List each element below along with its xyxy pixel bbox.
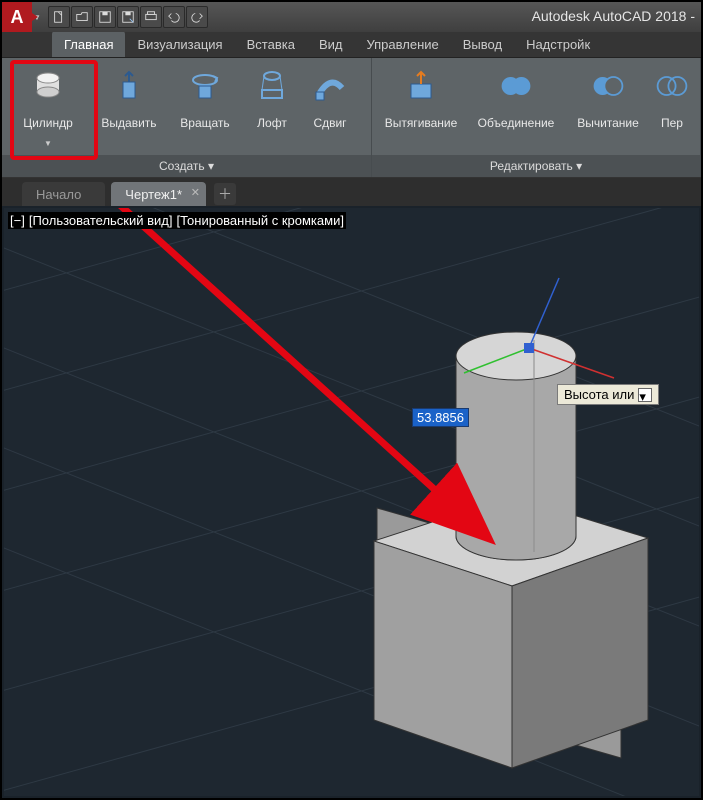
revolve-button[interactable]: Вращать: [168, 64, 242, 142]
viewport-visualstyle-control[interactable]: [Тонированный с кромками]: [175, 212, 346, 229]
ribbon-group-create: Цилиндр ▼ Выдавить Вращать: [2, 58, 372, 177]
viewport-view-control[interactable]: [Пользовательский вид]: [27, 212, 175, 229]
document-tabs: Начало Чертеж1* ✕ ＋: [2, 178, 701, 206]
save-icon[interactable]: [94, 6, 116, 28]
ribbon-group-create-title[interactable]: Создать ▾: [2, 155, 371, 177]
tab-output[interactable]: Вывод: [451, 31, 514, 57]
tab-manage[interactable]: Управление: [354, 31, 450, 57]
tab-insert[interactable]: Вставка: [235, 31, 307, 57]
dynamic-input-prompt-text: Высота или: [564, 387, 634, 402]
ribbon-panel: Цилиндр ▼ Выдавить Вращать: [2, 58, 701, 178]
window-title: Autodesk AutoCAD 2018 -: [532, 8, 695, 24]
subtract-icon: [590, 68, 626, 104]
extrude-label: Выдавить: [101, 110, 156, 138]
doc-tab-start[interactable]: Начало: [22, 182, 105, 206]
extrude-icon: [111, 68, 147, 104]
viewport-minimize[interactable]: [−]: [8, 212, 27, 229]
ribbon-group-edit: Вытягивание Объединение: [372, 58, 701, 177]
title-bar: A ▼ Autodesk AutoCAD 2018 -: [2, 2, 701, 32]
redo-icon[interactable]: [186, 6, 208, 28]
model-shapes: [4, 208, 699, 796]
doc-tab-drawing1[interactable]: Чертеж1* ✕: [111, 182, 206, 206]
new-icon[interactable]: [48, 6, 70, 28]
tab-home[interactable]: Главная: [52, 31, 125, 57]
dynamic-input-value[interactable]: 53.8856: [412, 408, 469, 427]
presspull-icon: [403, 68, 439, 104]
sweep-icon: [312, 68, 348, 104]
sweep-button[interactable]: Сдвиг: [302, 64, 358, 142]
sweep-label: Сдвиг: [313, 110, 346, 138]
saveas-icon[interactable]: [117, 6, 139, 28]
dynamic-input-value-text: 53.8856: [413, 409, 468, 426]
presspull-button[interactable]: Вытягивание: [376, 64, 466, 142]
intersect-label: Пер: [661, 110, 683, 138]
doc-tab-start-label: Начало: [36, 187, 81, 202]
open-icon[interactable]: [71, 6, 93, 28]
union-button[interactable]: Объединение: [468, 64, 564, 142]
loft-icon: [254, 68, 290, 104]
revolve-icon: [187, 68, 223, 104]
loft-label: Лофт: [257, 110, 287, 138]
dynamic-input-prompt: Высота или ▾: [557, 384, 659, 405]
tab-visualize[interactable]: Визуализация: [125, 31, 234, 57]
intersect-icon: [654, 68, 690, 104]
app-menu-icon[interactable]: A: [2, 2, 32, 32]
quick-access-toolbar: [48, 6, 208, 28]
tab-addins[interactable]: Надстройк: [514, 31, 602, 57]
union-label: Объединение: [478, 110, 555, 138]
loft-button[interactable]: Лофт: [244, 64, 300, 142]
revolve-label: Вращать: [180, 110, 229, 138]
subtract-label: Вычитание: [577, 110, 639, 138]
subtract-button[interactable]: Вычитание: [566, 64, 650, 142]
cylinder-button[interactable]: Цилиндр ▼: [6, 64, 90, 153]
tab-view[interactable]: Вид: [307, 31, 355, 57]
extrude-button[interactable]: Выдавить: [92, 64, 166, 142]
cylinder-label: Цилиндр: [23, 110, 73, 138]
cylinder-icon: [30, 68, 66, 104]
union-icon: [498, 68, 534, 104]
plot-icon[interactable]: [140, 6, 162, 28]
chevron-down-icon: ▼: [44, 140, 52, 149]
ribbon-group-edit-title[interactable]: Редактировать ▾: [372, 155, 700, 177]
ribbon-tabs: Главная Визуализация Вставка Вид Управле…: [2, 32, 701, 58]
close-icon[interactable]: ✕: [191, 186, 200, 199]
doc-tab-drawing1-label: Чертеж1*: [125, 187, 182, 202]
new-tab-button[interactable]: ＋: [214, 183, 236, 205]
presspull-label: Вытягивание: [385, 110, 458, 138]
intersect-button[interactable]: Пер: [652, 64, 692, 142]
undo-icon[interactable]: [163, 6, 185, 28]
drawing-viewport[interactable]: [−] [Пользовательский вид] [Тонированный…: [4, 208, 699, 796]
options-icon[interactable]: ▾: [638, 388, 652, 402]
